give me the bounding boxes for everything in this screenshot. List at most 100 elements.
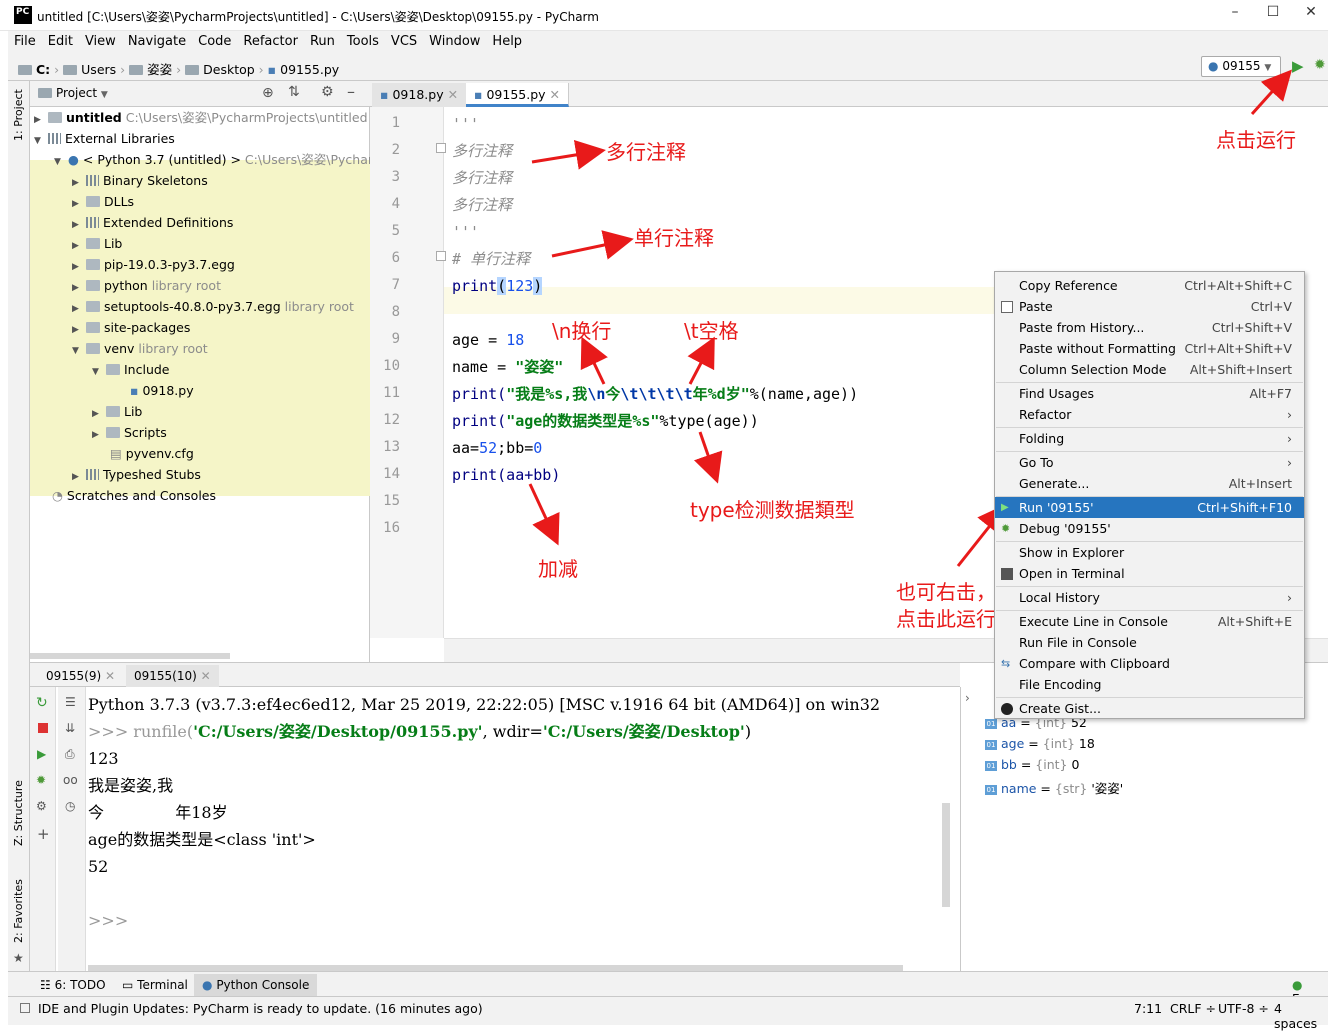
stop-icon[interactable] [38,723,48,733]
menu-run[interactable]: Run [304,31,341,49]
menu-tools[interactable]: Tools [341,31,385,49]
tree-item-external-libraries[interactable]: ▼ External Libraries [34,128,175,149]
tree-item-typeshed-stubs[interactable]: ▶ Typeshed Stubs [72,464,201,485]
todo-tool-button[interactable]: ☷ 6: TODO [40,978,106,992]
tree-item-venv[interactable]: ▼ venv library root [72,338,208,359]
run-icon[interactable]: ▶ [37,747,46,761]
show-variables-icon[interactable]: oo [63,773,78,787]
project-view-select[interactable]: Project [56,86,97,100]
tab-09155-py[interactable]: ▪ 09155.py ✕ [466,83,570,107]
run-configuration-select[interactable]: ● 09155 ▼ [1201,56,1281,77]
menu-item-file-encoding[interactable]: File Encoding [995,674,1304,695]
tree-item-pip[interactable]: ▶ pip-19.0.3-py3.7.egg [72,254,235,275]
python-console-tool-button[interactable]: ● Python Console [194,974,318,996]
menu-window[interactable]: Window [423,31,486,49]
tree-item-lib[interactable]: ▶ Lib [72,233,122,254]
collapse-icon[interactable]: ⇅ [288,84,300,100]
menu-item-run[interactable]: ▶ Run '09155' Ctrl+Shift+F10 [995,497,1304,518]
indent-setting[interactable]: 4 spaces [1274,1001,1328,1031]
tree-item-scripts[interactable]: ▶ Scripts [92,422,167,443]
tree-item-pyvenv-cfg[interactable]: ▤ pyvenv.cfg [110,443,194,464]
tree-item-include[interactable]: ▼ Include [92,359,170,380]
menu-vcs[interactable]: VCS [385,31,423,49]
menu-edit[interactable]: Edit [42,31,79,49]
minimize-button[interactable]: – [1220,4,1250,26]
tree-item-0918-py[interactable]: ▪ 0918.py [130,380,194,401]
run-icon[interactable]: ▶ [1292,57,1304,75]
locate-icon[interactable]: ⊕ [262,85,274,101]
breadcrumb-users[interactable]: Users [81,62,116,77]
breadcrumb-drive[interactable]: C: [36,62,50,77]
menu-file[interactable]: File [8,31,42,49]
caret-position[interactable]: 7:11 [1134,1001,1162,1016]
tree-item-extended-definitions[interactable]: ▶ Extended Definitions [72,212,233,233]
menu-item-create-gist[interactable]: Create Gist... [995,698,1304,719]
chevron-right-icon[interactable]: › [965,691,970,705]
menu-help[interactable]: Help [486,31,528,49]
gear-icon[interactable]: ⚙ [36,799,47,813]
status-message[interactable]: IDE and Plugin Updates: PyCharm is ready… [38,1001,483,1016]
horizontal-scrollbar[interactable] [30,653,230,659]
menu-item-show-in-explorer[interactable]: Show in Explorer [995,542,1304,563]
menu-item-column-selection[interactable]: Column Selection Mode Alt+Shift+Insert [995,359,1304,380]
scroll-end-icon[interactable]: ⇊ [65,721,75,735]
tree-item-scratches[interactable]: ◔ Scratches and Consoles [52,485,216,506]
add-icon[interactable]: + [37,825,50,843]
tree-item-venv-lib[interactable]: ▶ Lib [92,401,142,422]
gear-icon[interactable]: ⚙ [321,84,334,100]
console-tab-9[interactable]: 09155(9) ✕ [38,665,123,687]
hide-icon[interactable]: – [347,82,355,101]
menu-item-paste-history[interactable]: Paste from History... Ctrl+Shift+V [995,317,1304,338]
tool-window-structure[interactable]: Z: Structure [12,780,25,846]
menu-item-execute-line[interactable]: Execute Line in Console Alt+Shift+E [995,611,1304,632]
tool-window-favorites[interactable]: 2: Favorites [12,879,25,943]
menu-item-debug[interactable]: ✹ Debug '09155' [995,518,1304,539]
tree-item-python-sdk[interactable]: ▼ ● < Python 3.7 (untitled) > C:\Users\姿姿… [54,149,385,170]
terminal-tool-button[interactable]: ▭ Terminal [122,978,188,992]
menu-item-refactor[interactable]: Refactor › [995,404,1304,425]
tree-item-binary-skeletons[interactable]: ▶ Binary Skeletons [72,170,208,191]
menu-item-paste-without-formatting[interactable]: Paste without Formatting Ctrl+Alt+Shift+V [995,338,1304,359]
menu-item-copy-reference[interactable]: Copy Reference Ctrl+Alt+Shift+C [995,275,1304,296]
menu-item-paste[interactable]: Paste Ctrl+V [995,296,1304,317]
breadcrumb-user[interactable]: 姿姿 [147,62,172,77]
tree-item-site-packages[interactable]: ▶ site-packages [72,317,190,338]
debug-icon[interactable]: ✹ [1314,57,1326,73]
breadcrumb-desktop[interactable]: Desktop [203,62,255,77]
menu-item-generate[interactable]: Generate... Alt+Insert [995,473,1304,494]
chevron-down-icon[interactable]: ▼ [101,90,108,100]
menu-item-local-history[interactable]: Local History › [995,587,1304,608]
menu-refactor[interactable]: Refactor [237,31,304,49]
maximize-button[interactable]: ☐ [1258,4,1288,26]
variable-row[interactable]: 01 name = {str} '姿姿' [985,778,1123,797]
tool-window-project[interactable]: 1: Project [12,89,25,141]
print-icon[interactable]: ⎙ [65,747,75,762]
menu-navigate[interactable]: Navigate [122,31,192,49]
menu-view[interactable]: View [79,31,122,49]
breadcrumb-file[interactable]: 09155.py [280,62,339,77]
tree-item-setuptools[interactable]: ▶ setuptools-40.8.0-py3.7.egg library roo… [72,296,354,317]
debug-icon[interactable]: ✹ [36,773,46,787]
menu-item-compare-clipboard[interactable]: ⇆ Compare with Clipboard [995,653,1304,674]
menu-item-go-to[interactable]: Go To › [995,452,1304,473]
line-separator[interactable]: CRLF ÷ [1170,1001,1216,1016]
tree-item-dlls[interactable]: ▶ DLLs [72,191,134,212]
variable-row[interactable]: 01 bb = {int} 0 [985,757,1079,772]
console-scrollbar[interactable] [942,803,950,907]
close-button[interactable]: ✕ [1296,4,1326,26]
history-icon[interactable]: ◷ [65,799,75,813]
tree-item-python[interactable]: ▶ python library root [72,275,221,296]
status-toggle-icon[interactable] [20,1003,30,1013]
variable-row[interactable]: 01 age = {int} 18 [985,736,1095,751]
console-tab-10[interactable]: 09155(10) ✕ [126,665,219,687]
tree-item-untitled[interactable]: ▶ untitled C:\Users\姿姿\PycharmProjects\un… [34,107,368,128]
tab-0918-py[interactable]: ▪ 0918.py ✕ [372,83,468,107]
menu-code[interactable]: Code [192,31,237,49]
menu-item-find-usages[interactable]: Find Usages Alt+F7 [995,383,1304,404]
menu-item-run-in-console[interactable]: Run File in Console [995,632,1304,653]
console-prompt[interactable]: >>> [88,907,128,934]
menu-item-open-in-terminal[interactable]: Open in Terminal [995,563,1304,584]
file-encoding[interactable]: UTF-8 ÷ [1218,1001,1269,1016]
rerun-icon[interactable]: ↻ [36,695,48,711]
soft-wrap-icon[interactable]: ☰ [65,695,76,709]
